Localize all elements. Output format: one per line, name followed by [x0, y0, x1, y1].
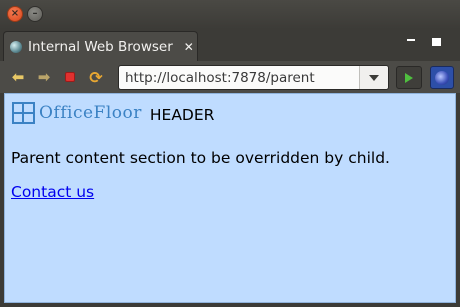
- tab-title: Internal Web Browser: [28, 38, 173, 55]
- forward-icon[interactable]: ➡: [34, 67, 54, 87]
- logo-text: OfficeFloor: [39, 103, 142, 123]
- tab-close-icon[interactable]: ✕: [184, 40, 194, 54]
- url-input[interactable]: http://localhost:7878/parent: [125, 70, 315, 86]
- refresh-icon[interactable]: ⟳: [86, 67, 106, 87]
- close-icon: ×: [10, 8, 20, 19]
- page-header: OfficeFloor HEADER: [12, 102, 214, 124]
- view-maximize-icon[interactable]: [432, 38, 441, 46]
- globe-icon: [10, 40, 22, 53]
- page-content: OfficeFloor HEADER Parent content sectio…: [4, 93, 456, 303]
- tab-internal-web-browser[interactable]: Internal Web Browser ✕: [3, 31, 198, 61]
- go-icon: [405, 72, 413, 83]
- logo-grid-icon: [12, 102, 35, 124]
- tab-strip: Internal Web Browser ✕: [0, 29, 460, 61]
- officefloor-logo: OfficeFloor: [12, 102, 142, 124]
- window-title-bar: × –: [0, 0, 460, 29]
- content-paragraph: Parent content section to be overridden …: [11, 149, 390, 167]
- chevron-down-icon: [369, 74, 379, 81]
- header-text: HEADER: [149, 106, 215, 124]
- eclipse-icon: [435, 70, 449, 85]
- back-icon[interactable]: ⬅: [8, 67, 28, 87]
- contact-us-link[interactable]: Contact us: [11, 183, 94, 201]
- view-minimize-icon[interactable]: [407, 39, 415, 42]
- url-bar[interactable]: http://localhost:7878/parent: [118, 65, 389, 90]
- minimize-icon: –: [32, 8, 38, 19]
- eclipse-button[interactable]: [430, 66, 454, 89]
- stop-icon[interactable]: [60, 67, 80, 87]
- go-button[interactable]: [396, 66, 422, 89]
- window-minimize-button[interactable]: –: [27, 6, 43, 22]
- window-close-button[interactable]: ×: [7, 6, 23, 22]
- url-dropdown-button[interactable]: [359, 66, 388, 89]
- browser-toolbar: ⬅ ➡ ⟳ http://localhost:7878/parent: [0, 61, 460, 93]
